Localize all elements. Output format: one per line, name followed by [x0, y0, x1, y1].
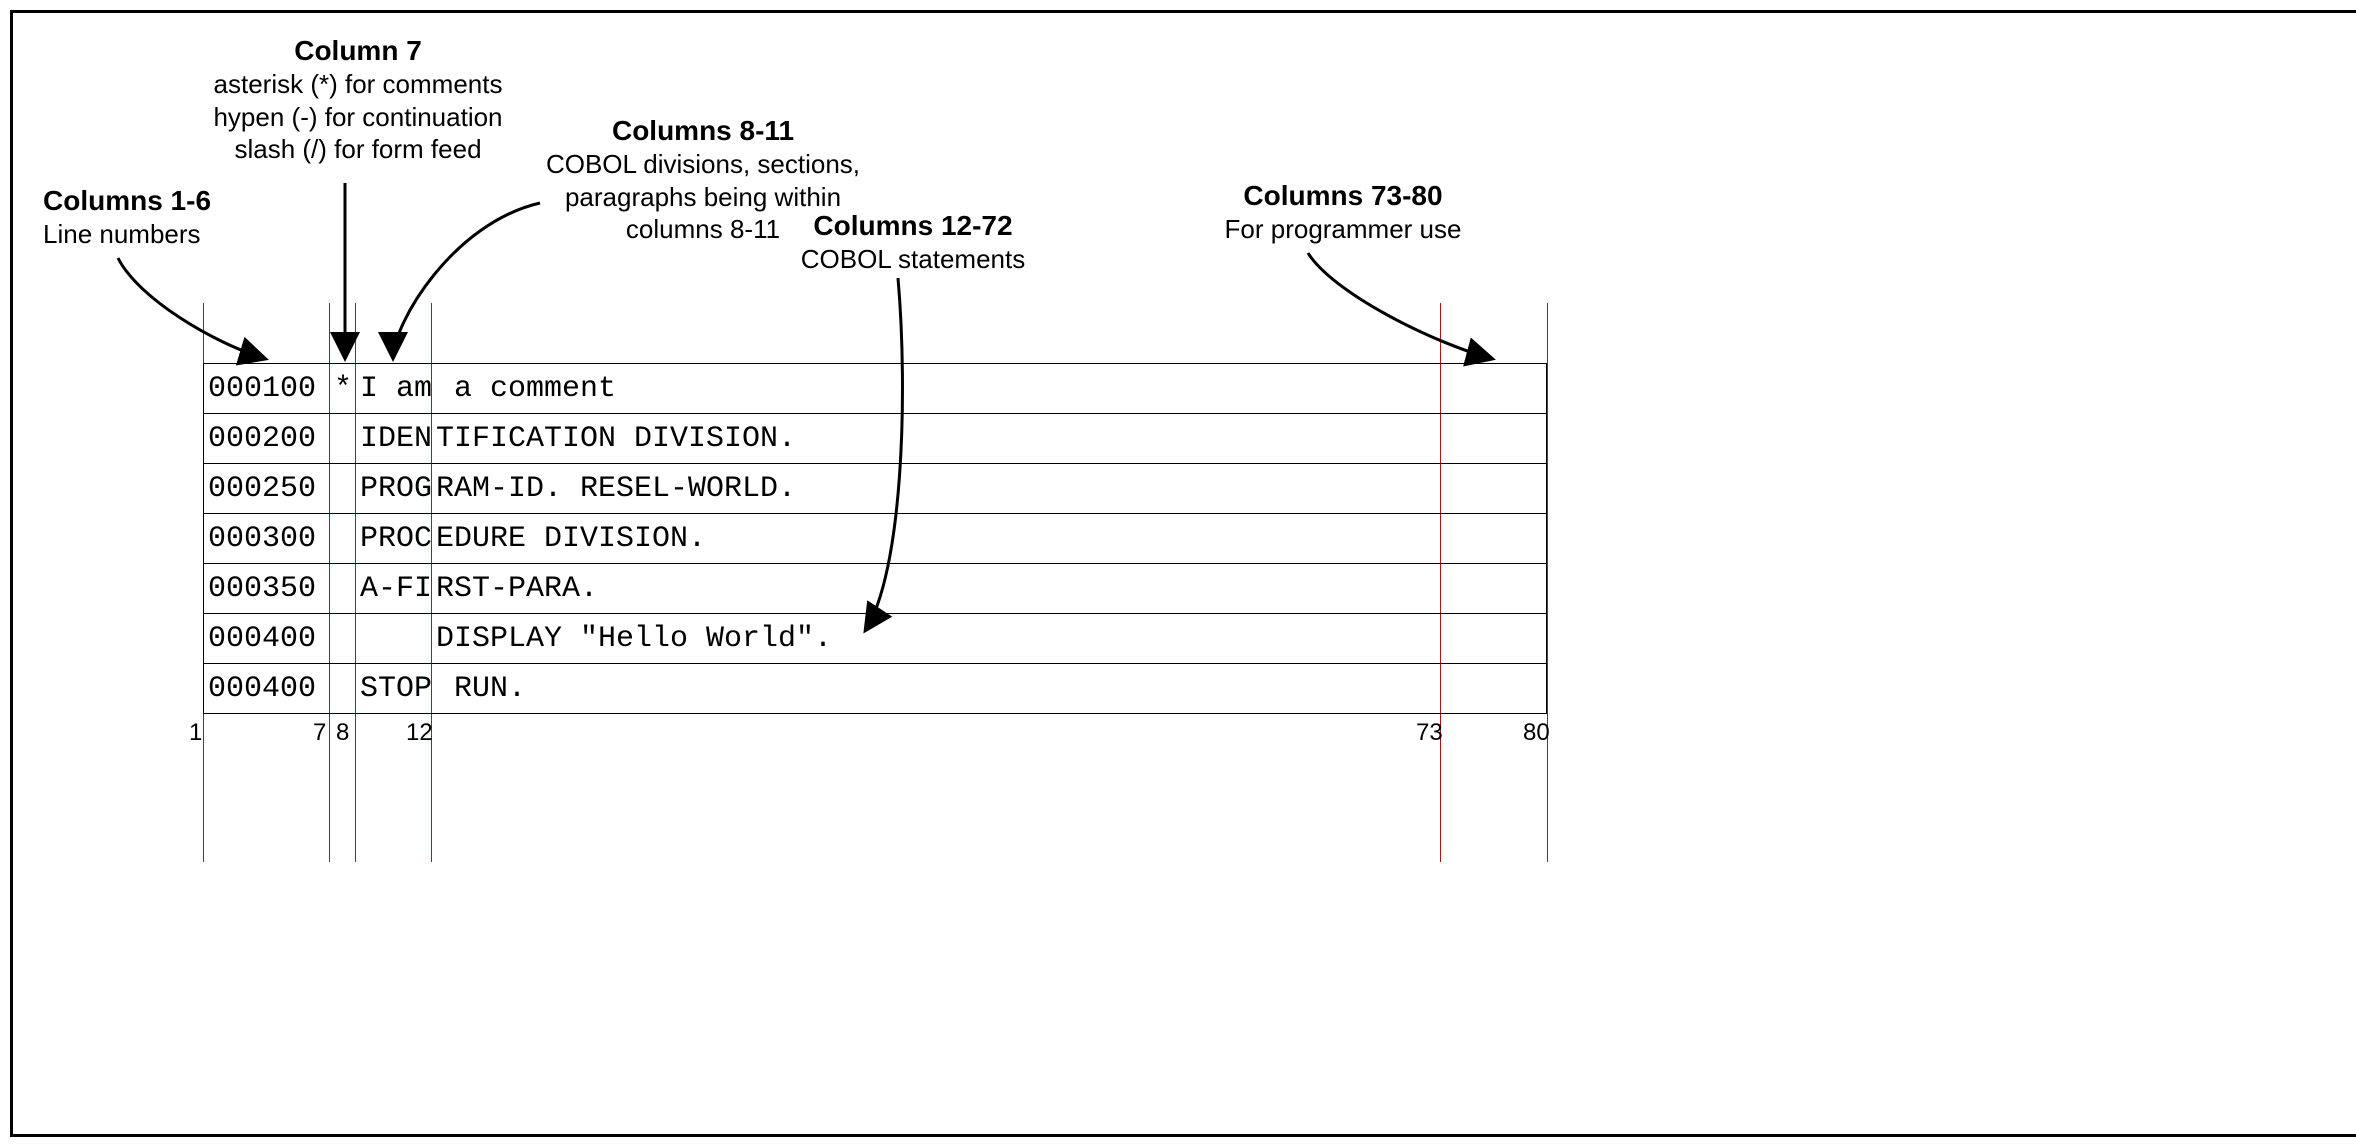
area-b: TIFICATION DIVISION.	[432, 422, 1439, 456]
area-b: a comment	[432, 372, 1439, 406]
line-number: 000300	[204, 522, 330, 556]
label-title: Columns 8-11	[543, 113, 863, 148]
area-a: STOP	[356, 672, 432, 706]
label-sub: COBOL divisions, sections,	[543, 148, 863, 181]
area-b: EDURE DIVISION.	[432, 522, 1439, 556]
area-b: RUN.	[432, 672, 1439, 706]
label-sub: asterisk (*) for comments	[213, 68, 503, 101]
cobol-coding-form: 000100*I am a comment 000200 IDENTIFICATIO…	[203, 363, 1547, 714]
tick-80: 80	[1523, 719, 1550, 747]
area-a: PROG	[356, 472, 432, 506]
area-a: A-FI	[356, 572, 432, 606]
label-title: Columns 12-72	[783, 208, 1043, 243]
line-number: 000250	[204, 472, 330, 506]
label-sub: COBOL statements	[783, 243, 1043, 276]
area-b: RAM-ID. RESEL-WORLD.	[432, 472, 1439, 506]
code-row: 000300 PROCEDURE DIVISION.	[203, 514, 1547, 564]
label-sub: slash (/) for form feed	[213, 133, 503, 166]
label-cols-1-6: Columns 1-6 Line numbers	[43, 183, 211, 251]
indicator-area: *	[330, 372, 356, 406]
code-row: 000200 IDENTIFICATION DIVISION.	[203, 414, 1547, 464]
tick-1: 1	[189, 719, 202, 747]
label-title: Columns 73-80	[1213, 178, 1473, 213]
code-row: 000400 STOP RUN.	[203, 664, 1547, 714]
line-number: 000400	[204, 672, 330, 706]
area-b: DISPLAY "Hello World".	[432, 622, 1439, 656]
area-a: I am	[356, 372, 432, 406]
line-number: 000200	[204, 422, 330, 456]
line-number: 000100	[204, 372, 330, 406]
tick-12: 12	[406, 719, 433, 747]
label-cols-73-80: Columns 73-80 For programmer use	[1213, 178, 1473, 246]
label-cols-12-72: Columns 12-72 COBOL statements	[783, 208, 1043, 276]
line-number: 000350	[204, 572, 330, 606]
label-sub: For programmer use	[1213, 213, 1473, 246]
code-row: 000250 PROGRAM-ID. RESEL-WORLD.	[203, 464, 1547, 514]
label-col-7: Column 7 asterisk (*) for comments hypen…	[213, 33, 503, 166]
tick-73: 73	[1416, 719, 1443, 747]
label-sub: hypen (-) for continuation	[213, 101, 503, 134]
code-row: 000400 DISPLAY "Hello World".	[203, 614, 1547, 664]
tick-7: 7	[313, 719, 326, 747]
label-sub: Line numbers	[43, 218, 211, 251]
label-title: Column 7	[213, 33, 503, 68]
label-title: Columns 1-6	[43, 183, 211, 218]
area-a: IDEN	[356, 422, 432, 456]
area-b: RST-PARA.	[432, 572, 1439, 606]
tick-8: 8	[336, 719, 349, 747]
diagram-frame: Columns 1-6 Line numbers Column 7 asteri…	[10, 10, 2356, 1137]
code-row: 000350 A-FIRST-PARA.	[203, 564, 1547, 614]
code-row: 000100*I am a comment	[203, 363, 1547, 414]
area-a: PROC	[356, 522, 432, 556]
line-number: 000400	[204, 622, 330, 656]
